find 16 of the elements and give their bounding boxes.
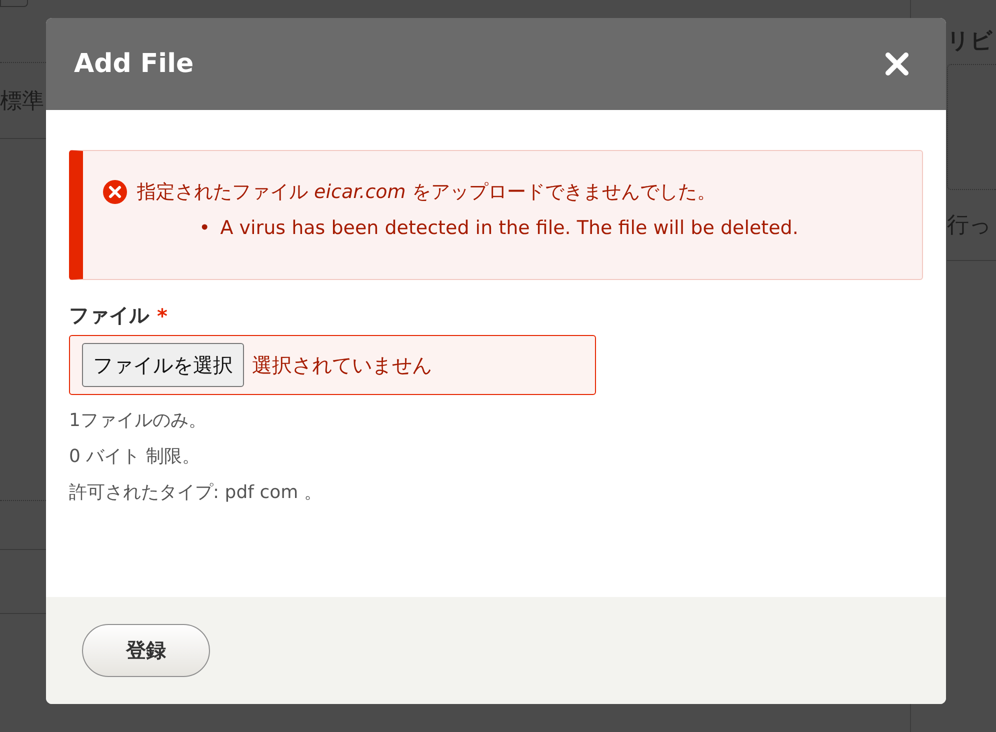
- field-description: 0 バイト 制限。: [69, 445, 201, 469]
- error-detail: A virus has been detected in the file. The file will be deleted.: [220, 216, 798, 241]
- submit-button[interactable]: 登録: [82, 624, 210, 677]
- file-status: 選択されていません: [252, 352, 432, 378]
- choose-file-button[interactable]: ファイルを選択: [82, 343, 244, 387]
- file-input-field[interactable]: ファイルを選択 選択されていません: [69, 335, 596, 395]
- error-icon: [103, 180, 127, 204]
- bullet: •: [199, 216, 210, 241]
- dialog-title: Add File: [74, 49, 194, 79]
- field-label: ファイル: [69, 302, 149, 329]
- required-mark: *: [157, 304, 168, 328]
- close-button[interactable]: [884, 51, 910, 77]
- error-message: 指定されたファイル eicar.com をアップロードできませんでした。: [137, 180, 716, 205]
- field-description: 1ファイルのみ。: [69, 409, 208, 433]
- field-description: 許可されたタイプ: pdf com 。: [69, 481, 323, 505]
- close-icon: [884, 51, 910, 77]
